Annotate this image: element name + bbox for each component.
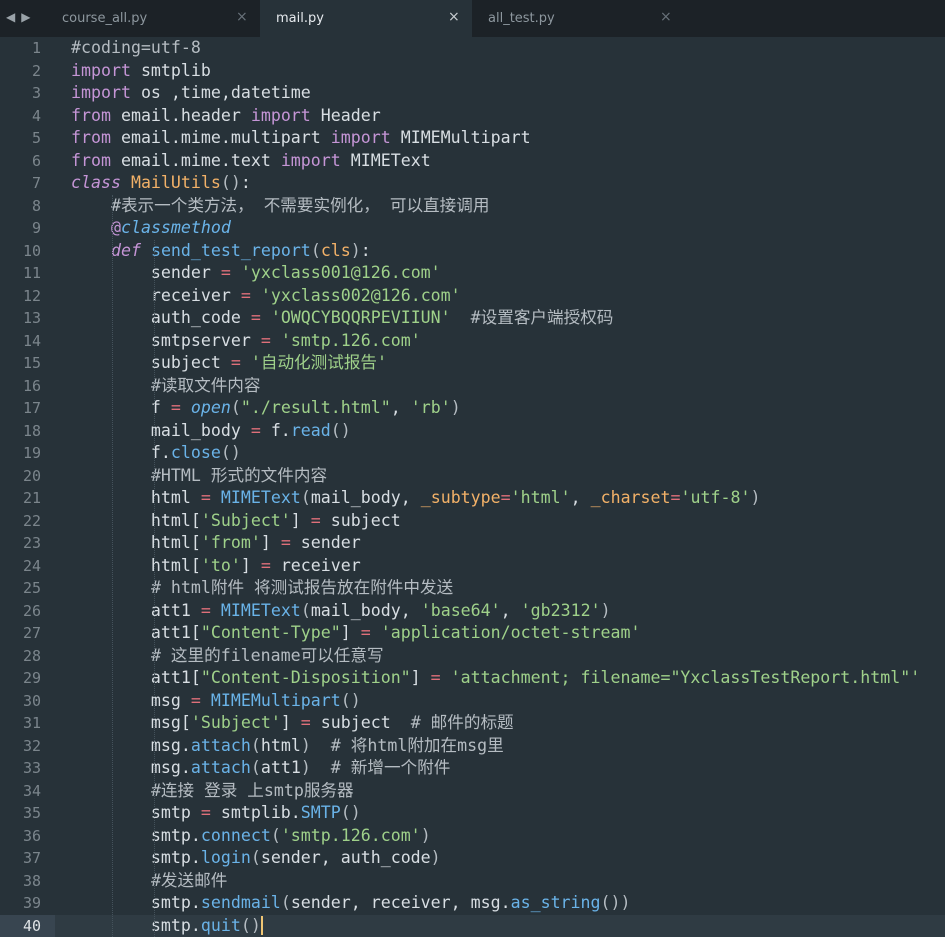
tab-course-all[interactable]: course_all.py ×	[46, 0, 260, 37]
tab-all-test[interactable]: all_test.py ×	[472, 0, 686, 37]
code-line[interactable]: #HTML 形式的文件内容	[71, 465, 327, 488]
code-line[interactable]: f = open("./result.html", 'rb')	[71, 397, 461, 420]
code-line[interactable]: sender = 'yxclass001@126.com'	[71, 262, 441, 285]
code-line[interactable]: #读取文件内容	[71, 375, 261, 398]
code-area[interactable]: #coding=utf-8import smtplibimport os ,ti…	[71, 37, 945, 934]
line-number: 34	[0, 780, 41, 803]
tab-nav: ◀ ▶	[6, 10, 30, 28]
line-number: 1	[0, 37, 41, 60]
code-line[interactable]: def send_test_report(cls):	[71, 240, 371, 263]
line-number: 27	[0, 622, 41, 645]
code-line[interactable]: att1["Content-Disposition"] = 'attachmen…	[71, 667, 920, 690]
line-number: 29	[0, 667, 41, 690]
code-line[interactable]: msg = MIMEMultipart()	[71, 690, 361, 713]
line-number: 11	[0, 262, 41, 285]
code-editor[interactable]: 1234567891011121314151617181920212223242…	[0, 37, 945, 934]
tab-label: all_test.py	[488, 11, 555, 26]
code-line[interactable]: msg.attach(html) # 将html附加在msg里	[71, 735, 504, 758]
chevron-left-icon[interactable]: ◀	[6, 10, 15, 28]
line-number: 6	[0, 150, 41, 173]
line-number: 25	[0, 577, 41, 600]
code-line[interactable]: from email.mime.multipart import MIMEMul…	[71, 127, 531, 150]
code-line[interactable]: import os ,time,datetime	[71, 82, 311, 105]
code-line[interactable]: from email.header import Header	[71, 105, 381, 128]
indent-guide	[112, 195, 114, 937]
line-number-gutter: 1234567891011121314151617181920212223242…	[0, 37, 55, 934]
line-number: 18	[0, 420, 41, 443]
code-line[interactable]: #发送邮件	[71, 870, 227, 893]
line-number: 4	[0, 105, 41, 128]
close-icon[interactable]: ×	[448, 9, 460, 25]
line-number: 38	[0, 870, 41, 893]
line-number: 20	[0, 465, 41, 488]
line-number: 35	[0, 802, 41, 825]
close-icon[interactable]: ×	[660, 9, 672, 25]
line-number: 31	[0, 712, 41, 735]
code-line[interactable]: #coding=utf-8	[71, 37, 201, 60]
code-line[interactable]: auth_code = 'OWQCYBQQRPEVIIUN' #设置客户端授权码	[71, 307, 613, 330]
code-line[interactable]: subject = '自动化测试报告'	[71, 352, 387, 375]
code-line[interactable]: #表示一个类方法， 不需要实例化， 可以直接调用	[71, 195, 489, 218]
line-number: 30	[0, 690, 41, 713]
code-line[interactable]: att1["Content-Type"] = 'application/octe…	[71, 622, 640, 645]
indent-guide	[154, 240, 156, 937]
code-line[interactable]: html = MIMEText(mail_body, _subtype='htm…	[71, 487, 760, 510]
code-line[interactable]: smtp.connect('smtp.126.com')	[71, 825, 431, 848]
line-number: 15	[0, 352, 41, 375]
chevron-right-icon[interactable]: ▶	[21, 10, 30, 28]
tab-mail[interactable]: mail.py ×	[260, 0, 472, 37]
code-line[interactable]: msg.attach(att1) # 新增一个附件	[71, 757, 450, 780]
line-number: 5	[0, 127, 41, 150]
code-line[interactable]: class MailUtils():	[71, 172, 251, 195]
line-number: 24	[0, 555, 41, 578]
line-number: 12	[0, 285, 41, 308]
line-number: 37	[0, 847, 41, 870]
code-line[interactable]: smtpserver = 'smtp.126.com'	[71, 330, 421, 353]
code-line[interactable]: html['to'] = receiver	[71, 555, 361, 578]
line-number: 7	[0, 172, 41, 195]
tab-label: mail.py	[276, 11, 324, 26]
line-number: 13	[0, 307, 41, 330]
tab-bar: ◀ ▶ course_all.py × mail.py × all_test.p…	[0, 0, 945, 37]
line-number: 17	[0, 397, 41, 420]
code-line[interactable]: @classmethod	[71, 217, 231, 240]
tab-label: course_all.py	[62, 11, 147, 26]
code-line[interactable]: html['from'] = sender	[71, 532, 361, 555]
line-number: 3	[0, 82, 41, 105]
line-number: 2	[0, 60, 41, 83]
code-line[interactable]: msg['Subject'] = subject # 邮件的标题	[71, 712, 514, 735]
line-number: 23	[0, 532, 41, 555]
line-number: 32	[0, 735, 41, 758]
code-line[interactable]: att1 = MIMEText(mail_body, 'base64', 'gb…	[71, 600, 611, 623]
code-line[interactable]: smtp.login(sender, auth_code)	[71, 847, 441, 870]
line-number: 28	[0, 645, 41, 668]
text-caret	[261, 916, 263, 935]
code-line[interactable]: smtp = smtplib.SMTP()	[71, 802, 361, 825]
line-number: 16	[0, 375, 41, 398]
line-number: 21	[0, 487, 41, 510]
line-number: 36	[0, 825, 41, 848]
line-number: 10	[0, 240, 41, 263]
code-line[interactable]: # 这里的filename可以任意写	[71, 645, 384, 668]
line-number: 39	[0, 892, 41, 915]
line-number: 9	[0, 217, 41, 240]
close-icon[interactable]: ×	[236, 9, 248, 25]
code-line[interactable]: import smtplib	[71, 60, 211, 83]
code-line[interactable]: # html附件 将测试报告放在附件中发送	[71, 577, 453, 600]
code-line[interactable]: html['Subject'] = subject	[71, 510, 401, 533]
line-number: 19	[0, 442, 41, 465]
line-number: 14	[0, 330, 41, 353]
code-line[interactable]: receiver = 'yxclass002@126.com'	[71, 285, 461, 308]
line-number: 8	[0, 195, 41, 218]
code-line[interactable]: from email.mime.text import MIMEText	[71, 150, 431, 173]
line-number: 22	[0, 510, 41, 533]
line-number: 26	[0, 600, 41, 623]
line-number: 33	[0, 757, 41, 780]
